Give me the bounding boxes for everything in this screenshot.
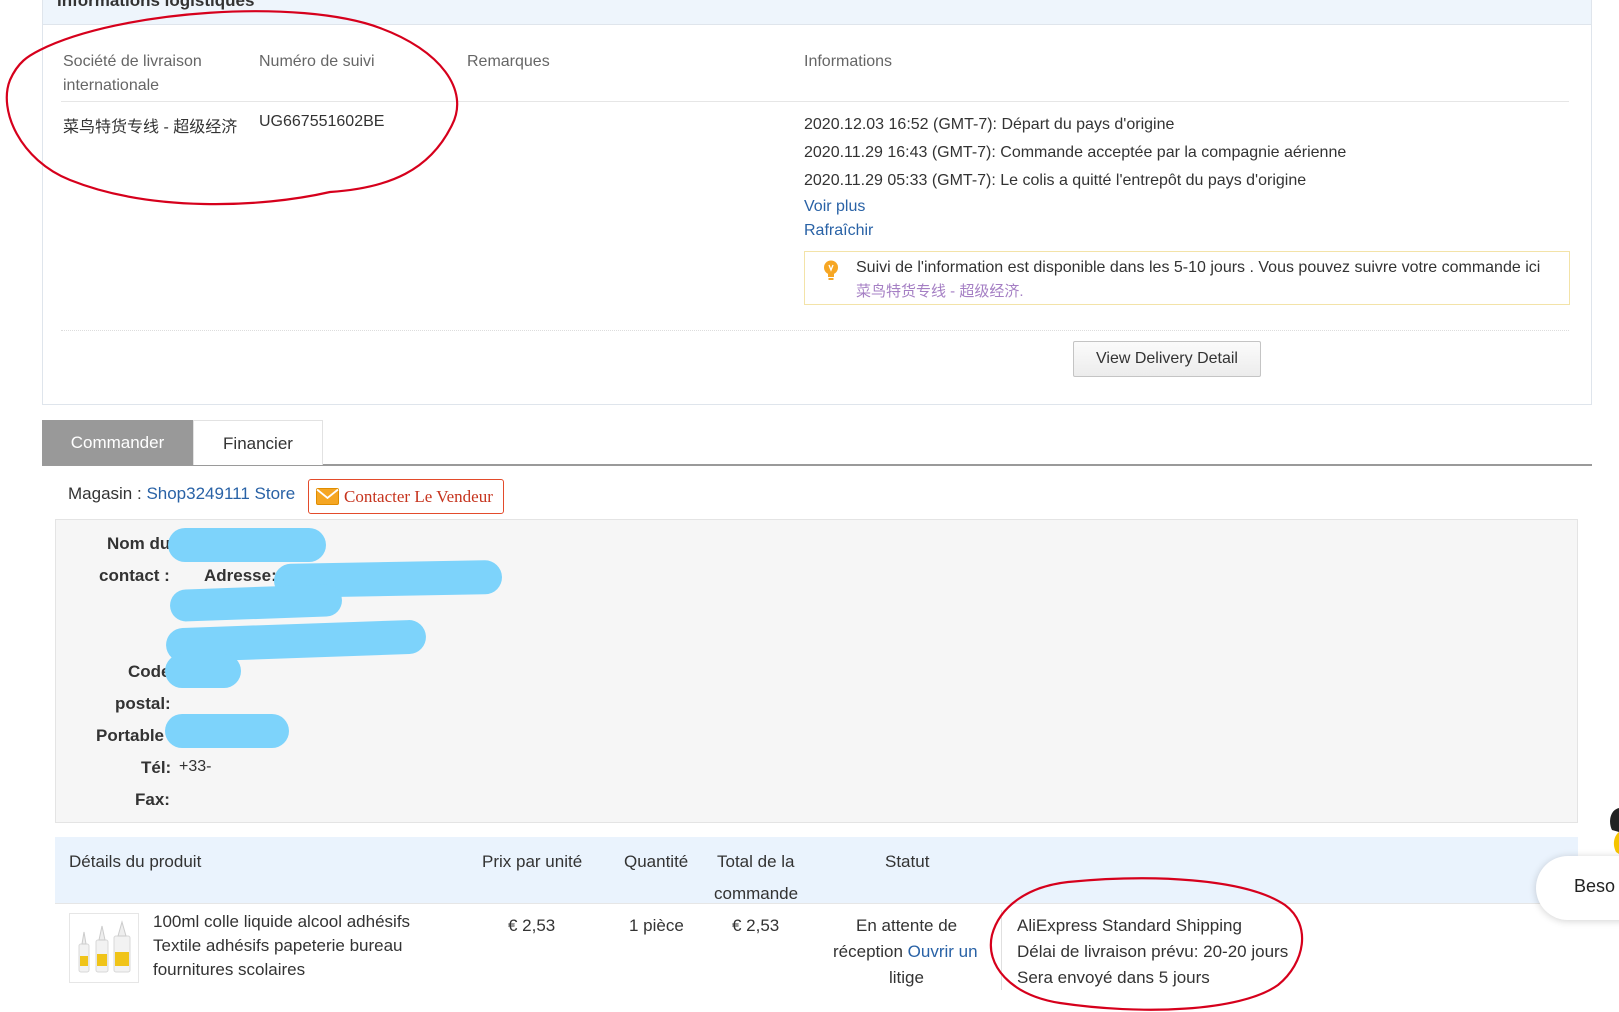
column-divider <box>1001 910 1002 990</box>
tracking-number: UG667551602BE <box>259 113 385 130</box>
store-name-link[interactable]: Shop3249111 Store <box>146 484 295 503</box>
see-more-link[interactable]: Voir plus <box>804 198 865 216</box>
order-total-value: € 2,53 <box>732 916 780 935</box>
carrier-value: 菜鸟特货专线 - 超级经济 <box>63 119 238 136</box>
order-detail-page: Informations logistiques Société de livr… <box>0 0 1619 1012</box>
phone-label: Tél: <box>141 758 172 777</box>
open-dispute-link[interactable]: litige <box>889 968 924 988</box>
tracking-event: 2020.11.29 05:33 (GMT-7): Le colis a qui… <box>804 172 1307 189</box>
column-header-remarks: Remarques <box>467 53 550 70</box>
tab-financial[interactable]: Financier <box>193 420 323 465</box>
redaction-mark <box>169 584 343 622</box>
help-chat-button[interactable]: Beso <box>1536 856 1619 920</box>
row-divider <box>55 903 1578 904</box>
tip-text: Suivi de l'information est disponible da… <box>856 259 1541 276</box>
help-chat-label: Beso <box>1574 876 1616 896</box>
glue-bottle-image <box>78 920 131 973</box>
order-status: En attente de <box>856 916 958 935</box>
envelope-icon <box>316 488 339 505</box>
tab-order[interactable]: Commander <box>42 420 193 465</box>
ships-in-text: Sera envoyé dans 5 jours <box>1017 968 1210 987</box>
product-title-link[interactable]: 100ml colle liquide alcool adhésifs <box>153 912 410 932</box>
column-header-carrier: Société de livraison internationale <box>63 53 202 94</box>
column-header-tracking: Numéro de suivi <box>259 53 375 70</box>
tracking-event: 2020.12.03 16:52 (GMT-7): Départ du pays… <box>804 116 1175 133</box>
header-unit-price: Prix par unité <box>482 852 583 871</box>
dotted-divider <box>61 330 1569 331</box>
column-header-info: Informations <box>804 53 893 70</box>
tracking-tip-box: Suivi de l'information est disponible da… <box>804 251 1570 305</box>
contact-name-label: contact : <box>99 566 170 585</box>
address-label: Adresse: <box>204 566 277 585</box>
fax-label: Fax: <box>135 790 170 809</box>
product-title-link[interactable]: fournitures scolaires <box>153 960 305 980</box>
order-status-text: réception <box>833 942 903 961</box>
lightbulb-icon <box>824 260 838 280</box>
store-label: Magasin : <box>68 484 147 503</box>
postal-code-label: postal: <box>115 694 171 713</box>
product-title-link[interactable]: Textile adhésifs papeterie bureau <box>153 936 403 956</box>
header-order-total: Total de la <box>717 852 795 871</box>
phone-value: +33- <box>179 758 212 775</box>
shipping-address-box: Nom du contact : Adresse: Code postal: P… <box>55 519 1578 823</box>
refresh-link[interactable]: Rafraîchir <box>804 222 873 240</box>
logistics-header: Informations logistiques <box>43 0 1591 25</box>
open-dispute-link[interactable]: Ouvrir un <box>908 942 978 961</box>
contact-seller-label: Contacter Le Vendeur <box>344 487 493 506</box>
unit-price-value: € 2,53 <box>508 916 556 935</box>
order-tabs: Commander Financier <box>42 420 1592 466</box>
product-table-header: Détails du produit Prix par unité Quanti… <box>55 837 1578 903</box>
header-quantity: Quantité <box>624 852 689 871</box>
mobile-label: Portable <box>96 726 165 745</box>
product-thumbnail[interactable] <box>69 913 139 983</box>
header-divider <box>61 101 1569 102</box>
contact-name-label: Nom du <box>107 534 171 553</box>
quantity-value: 1 pièce <box>629 916 684 935</box>
header-status: Statut <box>885 852 930 871</box>
contact-seller-button[interactable]: Contacter Le Vendeur <box>308 479 504 514</box>
logistics-title: Informations logistiques <box>57 0 255 10</box>
redaction-mark <box>168 528 326 562</box>
redaction-mark <box>165 714 289 748</box>
header-order-total: commande <box>714 884 799 903</box>
header-product-details: Détails du produit <box>69 852 202 871</box>
delivery-estimate: Délai de livraison prévu: 20-20 jours <box>1017 942 1289 961</box>
order-status: réception Ouvrir un <box>833 942 978 962</box>
view-delivery-detail-button[interactable]: View Delivery Detail <box>1073 341 1261 377</box>
tracking-event: 2020.11.29 16:43 (GMT-7): Commande accep… <box>804 144 1347 161</box>
redaction-mark <box>165 654 241 688</box>
logistics-panel: Informations logistiques Société de livr… <box>42 0 1592 405</box>
store-row: Magasin : Shop3249111 Store <box>68 484 295 504</box>
shipping-method: AliExpress Standard Shipping <box>1017 916 1242 935</box>
carrier-tracking-link[interactable]: 菜鸟特货专线 - 超级经济. <box>856 280 1024 301</box>
